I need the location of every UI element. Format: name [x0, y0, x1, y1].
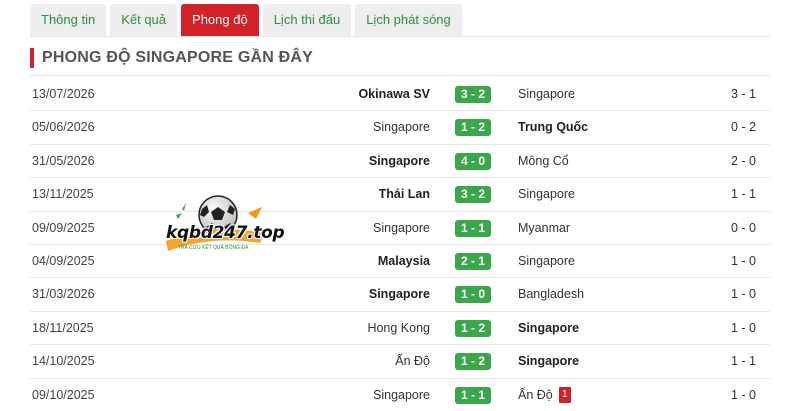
tab-thong-tin[interactable]: Thông tin	[30, 4, 107, 36]
away-team-cell: Ấn Độ 1	[518, 379, 571, 411]
away-team[interactable]: Singapore	[518, 87, 575, 101]
match-date: 31/05/2026	[32, 153, 95, 168]
tab-lich-thi-dau[interactable]: Lịch thi đấu	[262, 4, 352, 36]
away-team-cell: Bangladesh	[518, 278, 584, 310]
away-team[interactable]: Singapore	[518, 187, 575, 201]
score-badge[interactable]: 1 - 1	[455, 219, 491, 237]
away-team-cell: Singapore	[518, 245, 575, 277]
score-badge[interactable]: 1 - 0	[455, 286, 491, 304]
match-row[interactable]: 31/05/2026 Singapore 4 - 0 Mông Cổ 2 - 0	[30, 145, 770, 179]
tab-bar: Thông tin Kết quả Phong độ Lịch thi đấu …	[30, 4, 462, 36]
half-time-score: 0 - 0	[730, 220, 756, 235]
home-team[interactable]: Singapore	[373, 212, 430, 244]
half-time-score: 1 - 0	[730, 320, 756, 335]
score-badge[interactable]: 1 - 1	[455, 386, 491, 404]
half-time-score: 1 - 0	[730, 287, 756, 302]
home-team[interactable]: Okinawa SV	[358, 78, 430, 110]
away-team-cell: Singapore	[518, 78, 575, 110]
match-row[interactable]: 14/10/2025 Ấn Độ 1 - 2 Singapore 1 - 1	[30, 345, 770, 379]
away-team-cell: Singapore	[518, 178, 575, 210]
match-date: 31/03/2026	[32, 287, 95, 302]
match-date: 04/09/2025	[32, 253, 95, 268]
home-team[interactable]: Singapore	[369, 278, 430, 310]
section-accent-bar	[30, 48, 34, 68]
section-title: PHONG ĐỘ SINGAPORE GẦN ĐÂY	[42, 49, 314, 66]
away-team[interactable]: Ấn Độ	[518, 388, 553, 402]
score-badge[interactable]: 4 - 0	[455, 152, 491, 170]
home-team[interactable]: Singapore	[369, 145, 430, 177]
home-team[interactable]: Malaysia	[378, 245, 430, 277]
score-badge[interactable]: 1 - 2	[455, 319, 491, 337]
score-badge[interactable]: 3 - 2	[455, 86, 491, 103]
tab-divider	[30, 36, 770, 37]
match-row[interactable]: 13/11/2025 Thái Lan 3 - 2 Singapore 1 - 1	[30, 178, 770, 212]
match-row[interactable]: 09/09/2025 Singapore 1 - 1 Myanmar 0 - 0	[30, 212, 770, 245]
away-team-cell: Singapore	[518, 345, 579, 377]
half-time-score: 3 - 1	[730, 87, 756, 101]
match-list: 13/07/2026 Okinawa SV 3 - 2 Singapore 3 - 1 0…	[30, 78, 770, 411]
away-team[interactable]: Myanmar	[518, 221, 570, 235]
match-date: 18/11/2025	[32, 320, 94, 335]
away-team-cell: Myanmar	[518, 212, 570, 244]
tab-lich-phat-song[interactable]: Lịch phát sóng	[355, 4, 462, 36]
match-row[interactable]: 13/07/2026 Okinawa SV 3 - 2 Singapore 3 - 1	[30, 78, 770, 112]
score-badge[interactable]: 2 - 1	[455, 252, 491, 270]
away-team[interactable]: Singapore	[518, 354, 579, 368]
match-date: 05/06/2026	[32, 120, 95, 135]
away-team[interactable]: Singapore	[518, 321, 579, 335]
match-date: 09/10/2025	[32, 387, 95, 402]
away-team[interactable]: Singapore	[518, 254, 575, 268]
logo-text: kqbd247.top	[166, 223, 285, 243]
site-logo-watermark: kqbd247.top TRA CỨU KẾT QUẢ BÓNG ĐÁ	[162, 193, 285, 255]
logo-tagline: TRA CỨU KẾT QUẢ BÓNG ĐÁ	[178, 245, 249, 251]
match-row[interactable]: 04/09/2025 Malaysia 2 - 1 Singapore 1 - 0	[30, 245, 770, 279]
half-time-score: 0 - 2	[730, 120, 756, 135]
half-time-score: 2 - 0	[730, 153, 756, 168]
half-time-score: 1 - 0	[730, 253, 756, 268]
section-divider	[30, 75, 770, 76]
home-team[interactable]: Singapore	[373, 379, 430, 411]
match-date: 14/10/2025	[32, 354, 95, 369]
home-team[interactable]: Hong Kong	[367, 312, 430, 344]
away-team[interactable]: Trung Quốc	[518, 120, 588, 134]
match-row[interactable]: 05/06/2026 Singapore 1 - 2 Trung Quốc 0 - 2	[30, 111, 770, 145]
score-badge[interactable]: 1 - 2	[455, 119, 491, 137]
match-row[interactable]: 31/03/2026 Singapore 1 - 0 Bangladesh 1 - 0	[30, 278, 770, 312]
away-team-cell: Singapore	[518, 312, 579, 344]
match-row[interactable]: 18/11/2025 Hong Kong 1 - 2 Singapore 1 - 0	[30, 312, 770, 346]
score-badge[interactable]: 1 - 2	[455, 353, 491, 371]
home-team[interactable]: Thái Lan	[379, 178, 430, 210]
half-time-score: 1 - 1	[730, 187, 756, 202]
away-team-cell: Mông Cổ	[518, 145, 569, 177]
match-row[interactable]: 09/10/2025 Singapore 1 - 1 Ấn Độ 1 1 - 0	[30, 379, 770, 411]
away-team-cell: Trung Quốc	[518, 111, 588, 143]
tab-phong-do[interactable]: Phong độ	[181, 4, 259, 36]
score-badge[interactable]: 3 - 2	[455, 186, 491, 204]
section-header: PHONG ĐỘ SINGAPORE GẦN ĐÂY	[30, 47, 313, 69]
tab-ket-qua[interactable]: Kết quả	[110, 4, 178, 36]
red-card-icon: 1	[558, 387, 571, 404]
match-date: 13/11/2025	[32, 187, 94, 202]
away-team[interactable]: Bangladesh	[518, 287, 584, 301]
half-time-score: 1 - 1	[730, 354, 756, 369]
home-team[interactable]: Ấn Độ	[395, 345, 430, 377]
match-date: 13/07/2026	[32, 87, 95, 101]
home-team[interactable]: Singapore	[373, 111, 430, 143]
half-time-score: 1 - 0	[730, 387, 756, 402]
away-team[interactable]: Mông Cổ	[518, 154, 569, 168]
match-date: 09/09/2025	[32, 220, 95, 235]
